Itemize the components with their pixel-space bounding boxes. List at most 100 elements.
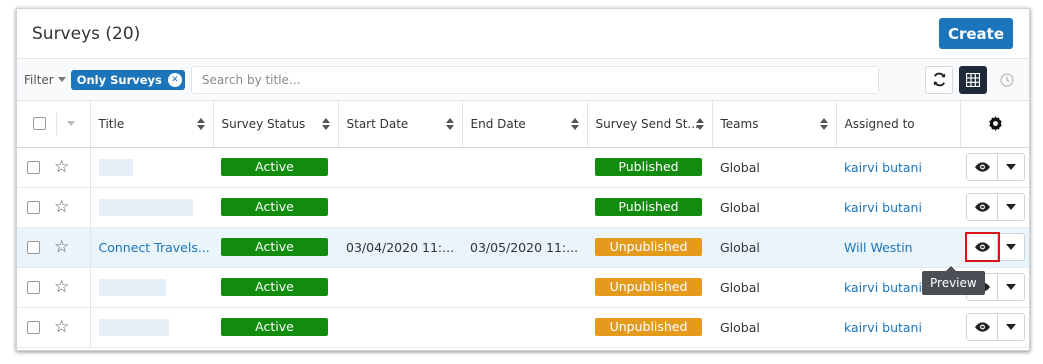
- surveys-panel: Surveys (20) Create Filter Only Surveys …: [16, 8, 1030, 351]
- cell-team: Global: [712, 307, 836, 348]
- filter-label: Filter: [24, 72, 54, 87]
- actions-dropdown[interactable]: [998, 154, 1024, 180]
- column-teams[interactable]: Teams: [712, 101, 837, 148]
- cell-status: Active: [213, 187, 338, 228]
- actions-dropdown[interactable]: [998, 314, 1024, 340]
- star-icon[interactable]: ☆: [54, 197, 69, 217]
- cell-team: Global: [712, 227, 836, 268]
- cell-send-status: Published: [587, 187, 712, 228]
- row-checkbox[interactable]: [27, 240, 40, 254]
- cell-assigned[interactable]: kairvi butani: [836, 147, 960, 188]
- grid-view-button[interactable]: [959, 65, 987, 94]
- column-title[interactable]: Title: [90, 101, 214, 148]
- sort-icon[interactable]: [570, 118, 579, 130]
- caret-down-icon: [1006, 284, 1016, 290]
- filter-dropdown[interactable]: Filter: [24, 73, 66, 87]
- cell-send-status: Unpublished: [587, 307, 712, 348]
- eye-icon: [974, 162, 990, 172]
- cell-title[interactable]: [90, 267, 213, 308]
- preview-tooltip: Preview: [922, 266, 985, 295]
- cell-end-date: [462, 267, 587, 308]
- column-survey-send-status[interactable]: Survey Send St...: [587, 101, 713, 148]
- cell-team: Global: [712, 147, 836, 188]
- table-row[interactable]: ☆ Active Published Global kairvi butani: [17, 147, 1029, 188]
- cell-send-status: Unpublished: [587, 267, 712, 308]
- sort-icon[interactable]: [196, 118, 205, 130]
- actions-dropdown[interactable]: [998, 274, 1024, 300]
- cell-actions: [960, 187, 1029, 228]
- close-icon[interactable]: ✕: [167, 72, 182, 87]
- actions-dropdown[interactable]: [998, 234, 1024, 260]
- preview-button[interactable]: [965, 232, 1000, 262]
- chevron-down-icon[interactable]: [67, 121, 75, 127]
- refresh-icon: [933, 72, 945, 87]
- cell-start-date: [338, 187, 462, 228]
- refresh-button[interactable]: [925, 65, 953, 94]
- cell-team: Global: [712, 187, 836, 228]
- create-button[interactable]: Create: [938, 18, 1013, 49]
- cell-send-status: Published: [587, 147, 712, 188]
- cell-team: Global: [712, 267, 836, 308]
- sort-icon[interactable]: [819, 118, 828, 130]
- status-badge: Active: [221, 198, 328, 216]
- column-end-date[interactable]: End Date: [462, 101, 588, 148]
- sort-icon[interactable]: [445, 118, 454, 130]
- column-settings: [960, 101, 1029, 148]
- cell-status: Active: [213, 267, 338, 308]
- panel-header: Surveys (20) Create: [17, 9, 1029, 59]
- select-all-checkbox[interactable]: [33, 117, 46, 131]
- grid-icon: [966, 72, 980, 87]
- caret-down-icon: [1006, 204, 1016, 210]
- table-row[interactable]: ☆ Connect Travels... Active 03/04/2020 1…: [17, 227, 1029, 268]
- cell-title[interactable]: [90, 147, 213, 188]
- sort-icon[interactable]: [695, 118, 704, 130]
- row-checkbox[interactable]: [27, 200, 40, 214]
- actions-dropdown[interactable]: [998, 194, 1024, 220]
- status-badge: Active: [221, 318, 328, 336]
- cell-start-date: 03/04/2020 11:...: [338, 227, 462, 268]
- caret-down-icon: [1006, 324, 1016, 330]
- history-button[interactable]: [993, 66, 1021, 94]
- eye-icon: [974, 242, 990, 252]
- star-icon[interactable]: ☆: [54, 277, 69, 297]
- column-survey-status[interactable]: Survey Status: [213, 101, 339, 148]
- status-badge: Active: [221, 238, 328, 256]
- sort-icon[interactable]: [321, 118, 330, 130]
- search-input[interactable]: [190, 65, 879, 94]
- gear-icon[interactable]: [988, 116, 1003, 132]
- chip-label: Only Surveys: [76, 72, 162, 87]
- eye-icon: [974, 322, 990, 332]
- table-row[interactable]: ☆ Active Published Global kairvi butani: [17, 187, 1029, 228]
- status-badge: Active: [221, 278, 328, 296]
- row-checkbox[interactable]: [27, 320, 40, 334]
- cell-assigned[interactable]: kairvi butani: [836, 187, 960, 228]
- cell-title[interactable]: Connect Travels...: [90, 227, 213, 268]
- page-title: Surveys (20): [32, 23, 141, 44]
- star-icon[interactable]: ☆: [54, 317, 69, 337]
- column-assigned-to[interactable]: Assigned to: [836, 101, 961, 148]
- cell-assigned[interactable]: Will Westin: [836, 227, 960, 268]
- filter-chip-only-surveys: Only Surveys ✕: [70, 69, 185, 90]
- send-status-badge: Unpublished: [595, 278, 702, 296]
- cell-title[interactable]: [90, 187, 213, 228]
- cell-title[interactable]: [90, 307, 213, 348]
- cell-end-date: [462, 187, 587, 228]
- cell-start-date: [338, 307, 462, 348]
- preview-button[interactable]: [967, 194, 998, 220]
- caret-down-icon: [1006, 164, 1016, 170]
- row-checkbox[interactable]: [27, 160, 40, 174]
- preview-button[interactable]: [967, 314, 998, 340]
- toolbar: Filter Only Surveys ✕: [17, 59, 1029, 101]
- table-row[interactable]: ☆ Active Unpublished Global kairvi butan…: [17, 267, 1029, 308]
- table-row[interactable]: ☆ Active Unpublished Global kairvi butan…: [17, 307, 1029, 348]
- preview-button[interactable]: [967, 154, 998, 180]
- column-start-date[interactable]: Start Date: [338, 101, 463, 148]
- caret-down-icon: [1006, 244, 1016, 250]
- row-checkbox[interactable]: [27, 280, 40, 294]
- cell-start-date: [338, 147, 462, 188]
- cell-end-date: [462, 147, 587, 188]
- cell-start-date: [338, 267, 462, 308]
- cell-assigned[interactable]: kairvi butani: [836, 307, 960, 348]
- star-icon[interactable]: ☆: [54, 237, 69, 257]
- star-icon[interactable]: ☆: [54, 157, 69, 177]
